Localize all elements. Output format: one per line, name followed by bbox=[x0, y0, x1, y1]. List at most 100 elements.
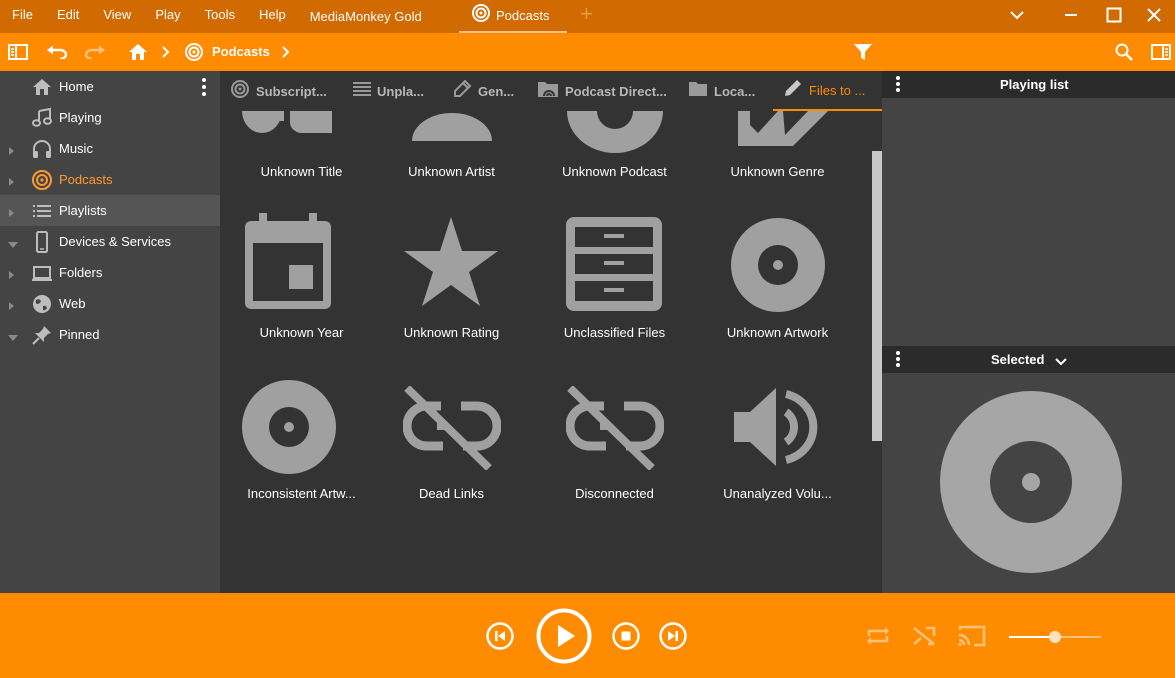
menu-file[interactable]: File bbox=[0, 0, 45, 33]
grid-item-unclassified-files[interactable]: Unclassified Files bbox=[533, 211, 696, 346]
redo-icon[interactable] bbox=[82, 33, 108, 71]
grid-item-dead-links[interactable]: Dead Links bbox=[370, 376, 533, 511]
repeat-icon[interactable] bbox=[865, 624, 891, 653]
breadcrumb-podcasts[interactable]: Podcasts bbox=[212, 44, 270, 59]
search-icon[interactable] bbox=[1111, 33, 1137, 71]
more-options-icon[interactable] bbox=[894, 350, 902, 373]
grid-item-unknown-podcast[interactable]: Unknown Podcast bbox=[533, 111, 696, 186]
grid-item-unknown-genre[interactable]: Unknown Genre bbox=[696, 111, 859, 186]
stop-icon[interactable] bbox=[612, 622, 640, 655]
grid-item-label: Unknown Rating bbox=[403, 325, 500, 340]
tab-label: Gen... bbox=[478, 83, 515, 99]
vertical-scrollbar[interactable] bbox=[872, 151, 882, 441]
grid-item-unknown-title[interactable]: Unknown Title bbox=[220, 111, 383, 186]
maximize-icon[interactable] bbox=[1092, 0, 1136, 30]
edit-icon bbox=[783, 78, 803, 103]
sidebar-item-playlists[interactable]: Playlists bbox=[0, 195, 220, 226]
add-tab-icon[interactable]: + bbox=[580, 3, 593, 25]
next-track-icon[interactable] bbox=[659, 622, 687, 655]
tab-subscriptions[interactable]: Subscript... bbox=[230, 71, 327, 111]
play-icon[interactable] bbox=[536, 608, 592, 669]
grid-item-unknown-artist[interactable]: Unknown Artist bbox=[370, 111, 533, 186]
collapse-arrow-icon[interactable] bbox=[8, 236, 18, 248]
podcast-icon bbox=[183, 33, 205, 71]
sidebar-item-pinned[interactable]: Pinned bbox=[0, 319, 220, 350]
menu-play[interactable]: Play bbox=[143, 0, 192, 33]
selected-title[interactable]: Selected bbox=[991, 352, 1044, 367]
podcast-icon bbox=[471, 3, 491, 28]
grid-item-unknown-rating[interactable]: Unknown Rating bbox=[370, 211, 533, 346]
breadcrumb-chevron-icon[interactable] bbox=[279, 33, 293, 71]
filter-icon[interactable] bbox=[850, 33, 876, 71]
grid-item-unanalyzed-volume[interactable]: Unanalyzed Volu... bbox=[696, 376, 859, 511]
sidebar-item-label: Podcasts bbox=[59, 172, 113, 187]
grid-item-label: Unknown Podcast bbox=[562, 164, 667, 179]
minimize-icon[interactable] bbox=[1049, 0, 1093, 30]
grid-item-unknown-year[interactable]: Unknown Year bbox=[220, 211, 383, 346]
home-icon[interactable] bbox=[126, 33, 150, 71]
tab-files-to-edit[interactable]: Files to ... bbox=[773, 71, 882, 111]
grid-item-label: Disconnected bbox=[575, 486, 654, 501]
cabinet-icon bbox=[566, 217, 662, 316]
link-off-icon bbox=[565, 385, 665, 475]
close-icon[interactable] bbox=[1132, 0, 1175, 30]
sidebar-item-label: Web bbox=[59, 296, 86, 311]
sidebar-item-music[interactable]: Music bbox=[0, 133, 220, 164]
expand-arrow-icon[interactable] bbox=[8, 174, 18, 186]
expand-arrow-icon[interactable] bbox=[8, 143, 18, 155]
list-icon bbox=[353, 80, 371, 103]
chevron-down-icon[interactable] bbox=[1055, 354, 1067, 372]
tab-podcasts[interactable]: Podcasts bbox=[459, 0, 567, 33]
previous-track-icon[interactable] bbox=[486, 622, 514, 655]
sidebar-item-web[interactable]: Web bbox=[0, 288, 220, 319]
grid-item-label: Unknown Title bbox=[260, 164, 343, 179]
grid-item-inconsistent-artwork[interactable]: Inconsistent Artw... bbox=[220, 376, 383, 511]
grid-item-label: Inconsistent Artw... bbox=[247, 486, 356, 501]
menu-view[interactable]: View bbox=[91, 0, 143, 33]
more-options-icon[interactable] bbox=[894, 75, 902, 98]
collapse-arrow-icon[interactable] bbox=[8, 329, 18, 341]
tab-local[interactable]: Loca... bbox=[688, 71, 755, 111]
folder-icon bbox=[688, 81, 708, 102]
right-panel: Playing list Selected bbox=[882, 71, 1175, 593]
sidebar-item-devices-services[interactable]: Devices & Services bbox=[0, 226, 220, 257]
genre-icon bbox=[452, 79, 472, 104]
sidebar-item-home[interactable]: Home bbox=[0, 71, 220, 102]
playing-list-header: Playing list bbox=[882, 71, 1175, 98]
tab-podcast-directories[interactable]: Podcast Direct... bbox=[537, 71, 667, 111]
shuffle-icon[interactable] bbox=[912, 624, 938, 653]
sidebar-toggle-icon[interactable] bbox=[5, 33, 31, 71]
sidebar-item-folders[interactable]: Folders bbox=[0, 257, 220, 288]
chevron-down-icon[interactable] bbox=[995, 0, 1039, 30]
cast-icon[interactable] bbox=[957, 624, 987, 653]
sidebar-item-podcasts[interactable]: Podcasts bbox=[0, 164, 220, 195]
sidebar-item-label: Playing bbox=[59, 110, 102, 125]
grid-item-label: Dead Links bbox=[418, 486, 485, 501]
expand-arrow-icon[interactable] bbox=[8, 298, 18, 310]
grid-item-disconnected[interactable]: Disconnected bbox=[533, 376, 696, 511]
volume-slider-handle[interactable] bbox=[1049, 631, 1061, 643]
expand-arrow-icon[interactable] bbox=[8, 205, 18, 217]
app-window: File Edit View Play Tools Help MediaMonk… bbox=[0, 0, 1175, 678]
podcast-icon bbox=[230, 79, 250, 104]
undo-icon[interactable] bbox=[44, 33, 70, 71]
grid-item-label: Unknown Year bbox=[259, 325, 344, 340]
tab-genres[interactable]: Gen... bbox=[452, 71, 514, 111]
volume-slider[interactable] bbox=[1009, 631, 1101, 643]
sidebar-item-label: Music bbox=[59, 141, 93, 156]
menu-help[interactable]: Help bbox=[247, 0, 298, 33]
expand-arrow-icon[interactable] bbox=[8, 267, 18, 279]
tab-podcasts-label: Podcasts bbox=[496, 8, 550, 23]
grid-item-label: Unknown Artwork bbox=[726, 325, 829, 340]
tab-label: Podcast Direct... bbox=[565, 83, 667, 99]
right-panel-toggle-icon[interactable] bbox=[1148, 33, 1174, 71]
grid-item-unknown-artwork[interactable]: Unknown Artwork bbox=[696, 211, 859, 346]
phone-icon bbox=[31, 231, 53, 253]
sidebar-item-playing[interactable]: Playing bbox=[0, 102, 220, 133]
playlist-icon bbox=[31, 200, 53, 222]
sidebar-item-label: Playlists bbox=[59, 203, 107, 218]
menu-tools[interactable]: Tools bbox=[193, 0, 247, 33]
menu-edit[interactable]: Edit bbox=[45, 0, 91, 33]
more-options-icon[interactable] bbox=[200, 77, 208, 102]
tab-unplayed[interactable]: Unpla... bbox=[353, 71, 424, 111]
